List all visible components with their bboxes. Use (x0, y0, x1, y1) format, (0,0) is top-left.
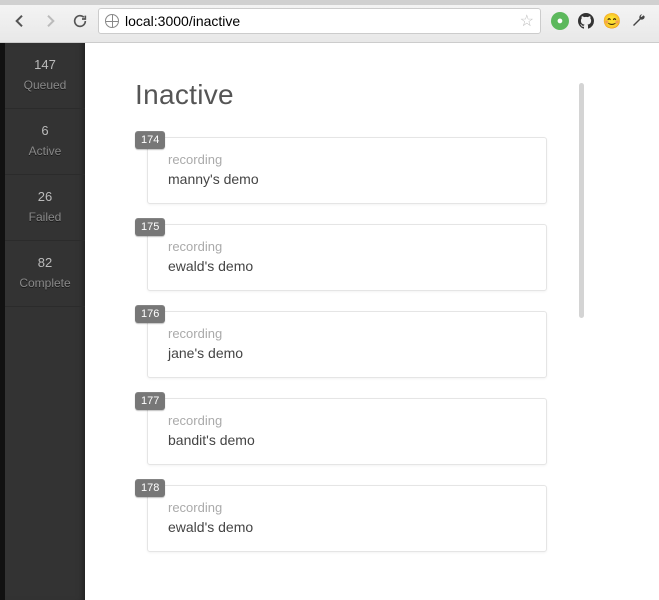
reload-button[interactable] (68, 9, 92, 33)
sidebar-item-failed[interactable]: 26 Failed (5, 175, 85, 241)
extension-icon-face[interactable]: 😊 (603, 12, 621, 30)
job-title: manny's demo (168, 171, 526, 187)
app: 147 Queued 6 Active 26 Failed 82 Complet… (0, 43, 659, 600)
main-content: Inactive 174 recording manny's demo 175 … (85, 43, 659, 600)
job-card: recording ewald's demo (147, 224, 547, 291)
sidebar-item-count: 82 (5, 255, 85, 270)
job-id-badge: 177 (135, 392, 165, 410)
browser-chrome: local:3000/inactive ☆ ● 😊 (0, 0, 659, 43)
sidebar-item-count: 26 (5, 189, 85, 204)
job-card: recording jane's demo (147, 311, 547, 378)
url-bar[interactable]: local:3000/inactive ☆ (98, 8, 541, 34)
bookmark-star-icon[interactable]: ☆ (520, 11, 534, 31)
sidebar-item-label: Complete (5, 276, 85, 290)
url-text: local:3000/inactive (125, 13, 240, 29)
job-title: ewald's demo (168, 519, 526, 535)
extension-icon-github[interactable] (577, 12, 595, 30)
job-type: recording (168, 239, 526, 254)
job-card: recording bandit's demo (147, 398, 547, 465)
job-id-badge: 178 (135, 479, 165, 497)
job-type: recording (168, 413, 526, 428)
globe-icon (105, 14, 119, 28)
job-card: recording manny's demo (147, 137, 547, 204)
back-button[interactable] (8, 9, 32, 33)
forward-button[interactable] (38, 9, 62, 33)
job-item[interactable]: 177 recording bandit's demo (135, 398, 609, 465)
job-id-badge: 176 (135, 305, 165, 323)
job-title: bandit's demo (168, 432, 526, 448)
job-item[interactable]: 175 recording ewald's demo (135, 224, 609, 291)
job-item[interactable]: 174 recording manny's demo (135, 137, 609, 204)
sidebar-item-label: Failed (5, 210, 85, 224)
sidebar-item-count: 6 (5, 123, 85, 138)
job-list: 174 recording manny's demo 175 recording… (135, 137, 609, 552)
sidebar: 147 Queued 6 Active 26 Failed 82 Complet… (5, 43, 85, 600)
extension-icons: ● 😊 (547, 12, 651, 30)
extension-icon-green[interactable]: ● (551, 12, 569, 30)
wrench-icon[interactable] (629, 12, 647, 30)
job-title: jane's demo (168, 345, 526, 361)
job-id-badge: 175 (135, 218, 165, 236)
sidebar-item-active[interactable]: 6 Active (5, 109, 85, 175)
job-type: recording (168, 152, 526, 167)
job-item[interactable]: 178 recording ewald's demo (135, 485, 609, 552)
job-item[interactable]: 176 recording jane's demo (135, 311, 609, 378)
job-type: recording (168, 326, 526, 341)
job-title: ewald's demo (168, 258, 526, 274)
sidebar-item-queued[interactable]: 147 Queued (5, 43, 85, 109)
page-title: Inactive (135, 79, 609, 111)
sidebar-item-complete[interactable]: 82 Complete (5, 241, 85, 307)
sidebar-item-label: Queued (5, 78, 85, 92)
job-id-badge: 174 (135, 131, 165, 149)
job-card: recording ewald's demo (147, 485, 547, 552)
job-type: recording (168, 500, 526, 515)
sidebar-item-label: Active (5, 144, 85, 158)
sidebar-item-count: 147 (5, 57, 85, 72)
